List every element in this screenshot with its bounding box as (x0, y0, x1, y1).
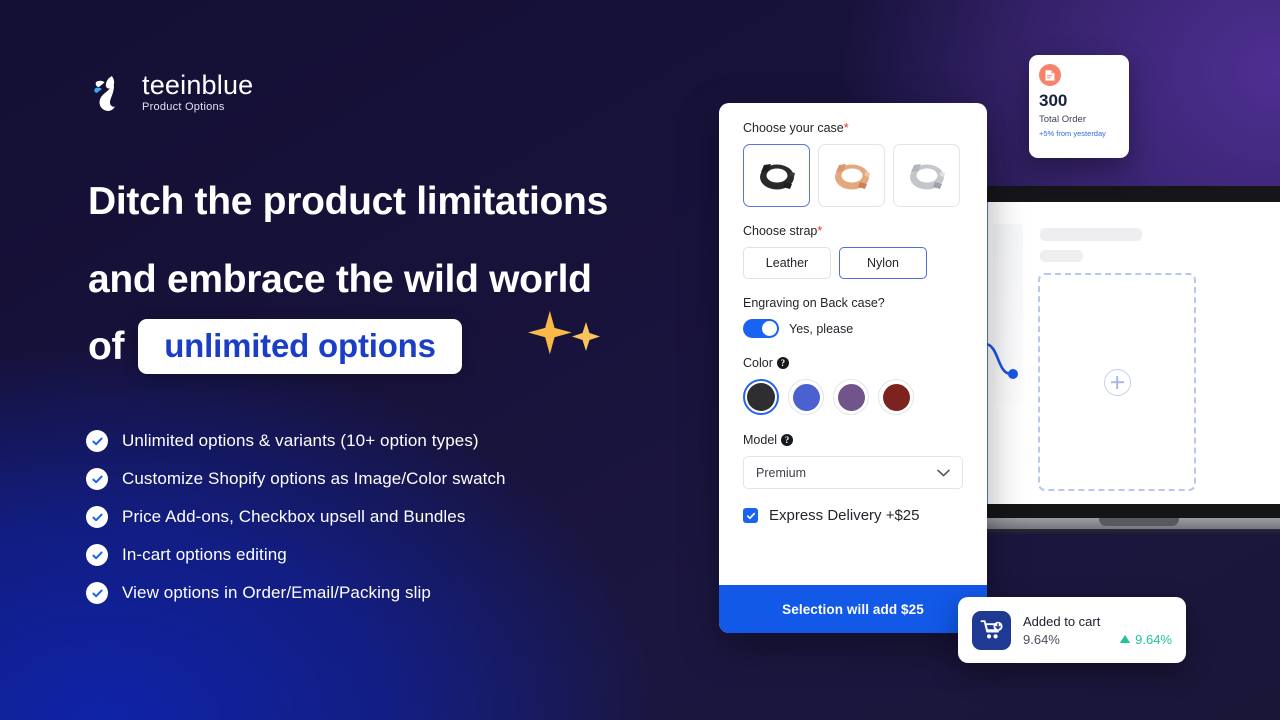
laptop-shadow (981, 529, 1280, 535)
feature-label: View options in Order/Email/Packing slip (122, 583, 431, 602)
added-to-cart-metrics: 9.64% 9.64% (1023, 632, 1172, 647)
added-to-cart-card: Added to cart 9.64% 9.64% (958, 597, 1186, 663)
laptop-screen (985, 202, 1280, 504)
color-swatch-group (743, 379, 963, 415)
color-swatch-charcoal[interactable] (743, 379, 779, 415)
hero-banner: teeinblue Product Options Ditch the prod… (0, 0, 1280, 720)
triangle-up-icon (1119, 632, 1131, 647)
brand-tagline: Product Options (142, 101, 225, 114)
engraving-toggle[interactable] (743, 319, 779, 338)
chevron-down-icon (937, 464, 950, 482)
strap-option-group: Leather Nylon (743, 247, 963, 279)
engraving-toggle-label: Yes, please (789, 321, 854, 336)
swatch-fill (882, 383, 910, 411)
color-swatch-blue[interactable] (788, 379, 824, 415)
color-swatch-dark-red[interactable] (878, 379, 914, 415)
case-swatch-silver[interactable] (893, 144, 960, 207)
express-delivery-label: Express Delivery +$25 (769, 507, 920, 524)
total-order-caption: Total Order (1039, 113, 1086, 125)
brand-logo: teeinblue Product Options (86, 68, 253, 116)
model-label-text: Model (743, 433, 778, 447)
plus-circle-icon (1103, 368, 1131, 396)
laptop-mockup (977, 186, 1280, 558)
feature-label: In-cart options editing (122, 545, 287, 564)
choose-case-label: Choose your case* (743, 121, 963, 135)
check-circle-icon (86, 582, 108, 604)
color-label: Color? (743, 356, 963, 370)
feature-item: Unlimited options & variants (10+ option… (86, 430, 506, 452)
image-dropzone[interactable] (1038, 273, 1196, 491)
laptop-bottom-bezel (985, 504, 1280, 518)
swatch-fill (747, 383, 775, 411)
laptop-base (977, 504, 1280, 535)
total-order-delta: +5% from yesterday (1039, 128, 1106, 138)
model-label: Model? (743, 433, 963, 447)
added-to-cart-title: Added to cart (1023, 613, 1101, 629)
headline-prefix: of (88, 325, 125, 368)
headline: Ditch the product limitations and embrac… (88, 163, 728, 374)
express-delivery-row[interactable]: Express Delivery +$25 (743, 507, 963, 524)
added-to-cart-percent: 9.64% (1023, 631, 1060, 647)
feature-item: Price Add-ons, Checkbox upsell and Bundl… (86, 506, 506, 528)
question-mark-icon[interactable]: ? (781, 434, 794, 446)
feature-label: Customize Shopify options as Image/Color… (122, 469, 506, 488)
headline-line-2: and embrace the wild world (88, 258, 592, 301)
water-droplet-icon (86, 68, 132, 116)
choose-strap-label: Choose strap* (743, 224, 963, 238)
total-order-value: 300 (1039, 91, 1068, 110)
choose-strap-text: Choose strap (743, 224, 818, 238)
connector-line (985, 330, 1045, 400)
required-asterisk: * (843, 121, 849, 135)
toggle-knob (762, 321, 777, 336)
choose-case-text: Choose your case (743, 121, 844, 135)
feature-item: In-cart options editing (86, 544, 506, 566)
laptop-top-bezel (985, 186, 1280, 202)
added-to-cart-texts: Added to cart 9.64% 9.64% (1023, 614, 1172, 647)
shopping-cart-download-icon (972, 610, 1011, 650)
added-to-cart-delta-value: 9.64% (1135, 631, 1172, 647)
color-swatch-purple[interactable] (833, 379, 869, 415)
total-order-stat-card: 300 Total Order +5% from yesterday (1029, 55, 1129, 158)
add-to-cart-button[interactable]: Selection will add $25 (719, 585, 987, 633)
skeleton-bar (1040, 250, 1083, 262)
headline-line-1: Ditch the product limitations (88, 180, 608, 223)
color-label-text: Color (743, 356, 773, 370)
product-options-panel: Choose your case* Choose strap* Leather … (719, 103, 987, 633)
skeleton-bar (1040, 228, 1142, 241)
check-circle-icon (86, 468, 108, 490)
required-asterisk: * (817, 224, 823, 238)
brand-name: teeinblue (142, 69, 254, 100)
feature-label: Price Add-ons, Checkbox upsell and Bundl… (122, 507, 466, 526)
options-panel-body: Choose your case* Choose strap* Leather … (719, 103, 987, 585)
express-delivery-checkbox[interactable] (743, 508, 758, 523)
case-swatch-group (743, 144, 963, 207)
engraving-label: Engraving on Back case? (743, 296, 885, 310)
engraving-toggle-row: Yes, please (743, 319, 963, 338)
laptop-notch (1099, 518, 1179, 526)
strap-option-nylon[interactable]: Nylon (839, 247, 927, 279)
case-swatch-black[interactable] (743, 144, 810, 207)
headline-highlight-pill: unlimited options (138, 319, 462, 374)
strap-option-leather[interactable]: Leather (743, 247, 831, 279)
feature-item: Customize Shopify options as Image/Color… (86, 468, 506, 490)
case-swatch-rose-gold[interactable] (818, 144, 885, 207)
question-mark-icon[interactable]: ? (776, 357, 789, 369)
feature-item: View options in Order/Email/Packing slip (86, 582, 506, 604)
feature-label: Unlimited options & variants (10+ option… (122, 431, 479, 450)
feature-list: Unlimited options & variants (10+ option… (86, 430, 506, 604)
check-circle-icon (86, 544, 108, 566)
swatch-fill (792, 383, 820, 411)
check-circle-icon (86, 506, 108, 528)
swatch-fill (837, 383, 865, 411)
model-selected-value: Premium (756, 465, 807, 480)
added-to-cart-delta: 9.64% (1119, 632, 1172, 647)
order-document-icon (1039, 64, 1061, 86)
check-circle-icon (86, 430, 108, 452)
headline-line-3: of unlimited options (88, 319, 728, 374)
model-select[interactable]: Premium (743, 456, 963, 489)
